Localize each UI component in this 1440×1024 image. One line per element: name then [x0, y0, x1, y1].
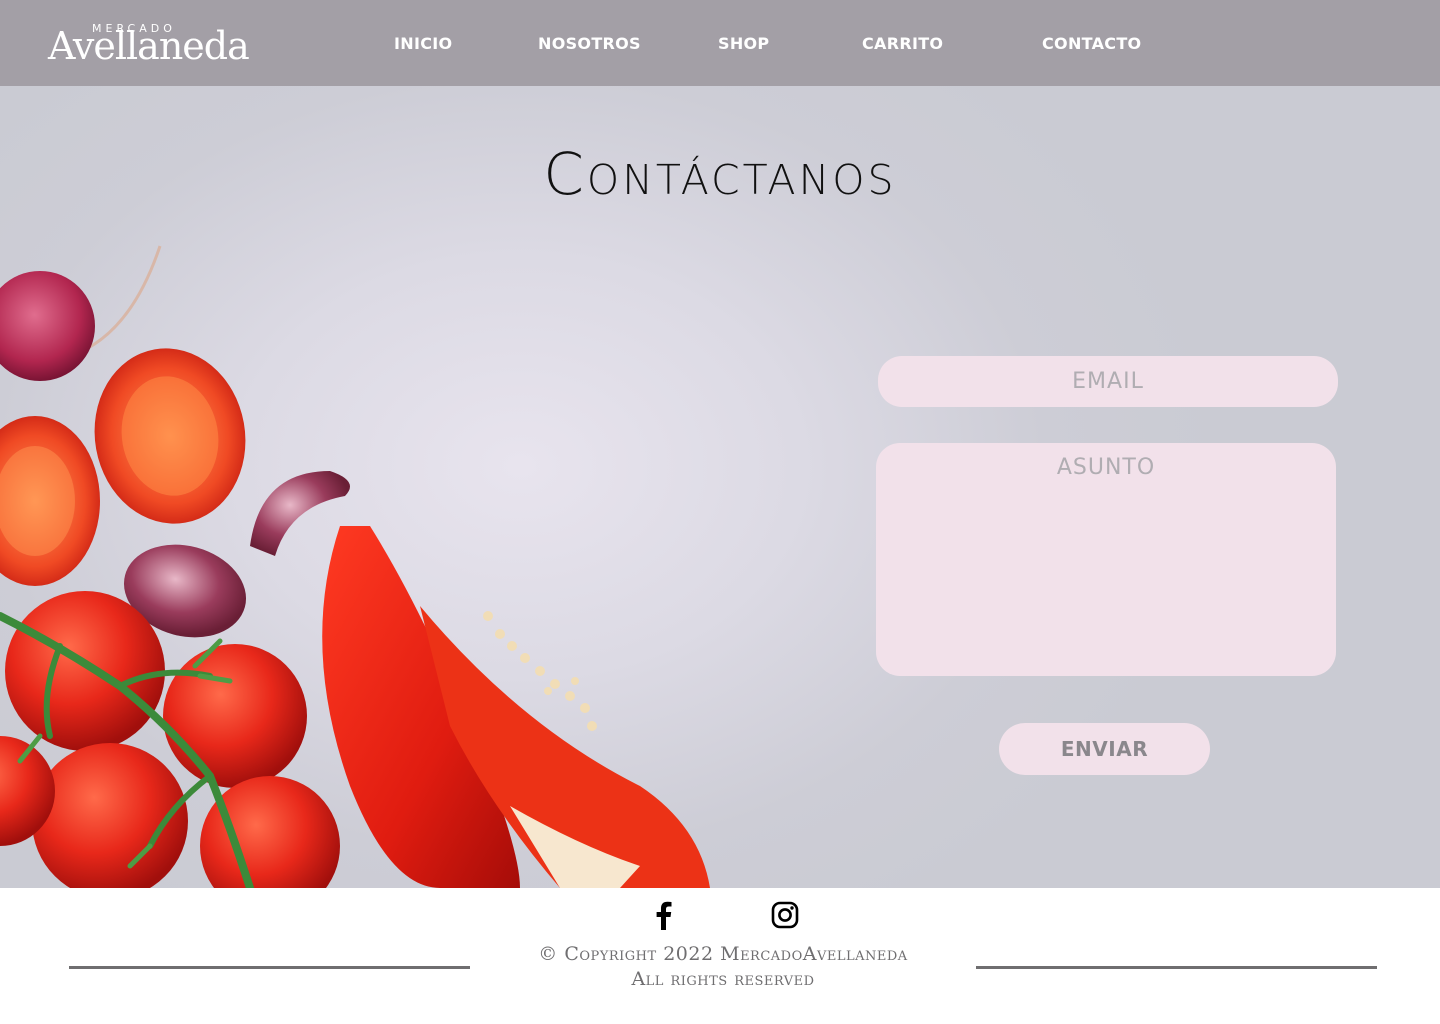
footer-divider-right [976, 966, 1377, 969]
brand-logo-name: Avellaneda [48, 24, 250, 68]
nav-shop[interactable]: SHOP [718, 34, 769, 53]
rights-text: All rights reserved [631, 968, 815, 990]
email-field[interactable] [878, 356, 1338, 407]
nav-contacto[interactable]: CONTACTO [1042, 34, 1141, 53]
nav-carrito[interactable]: CARRITO [862, 34, 943, 53]
facebook-icon[interactable] [650, 900, 678, 930]
subject-field[interactable] [876, 443, 1336, 676]
brand-logo[interactable]: MERCADO Avellaneda [48, 22, 268, 68]
nav-nosotros[interactable]: NOSOTROS [538, 34, 641, 53]
site-footer: © Copyright 2022 MercadoAvellaneda All r… [0, 888, 1440, 1024]
site-header: MERCADO Avellaneda INICIO NOSOTROS SHOP … [0, 0, 1440, 86]
send-button[interactable]: ENVIAR [999, 723, 1210, 775]
footer-divider-left [69, 966, 470, 969]
copyright-text: © Copyright 2022 MercadoAvellaneda [538, 943, 908, 965]
instagram-icon[interactable] [771, 901, 799, 929]
nav-inicio[interactable]: INICIO [394, 34, 452, 53]
contact-hero: Contáctanos ENVIAR [0, 86, 1440, 888]
page-title: Contáctanos [543, 140, 897, 208]
